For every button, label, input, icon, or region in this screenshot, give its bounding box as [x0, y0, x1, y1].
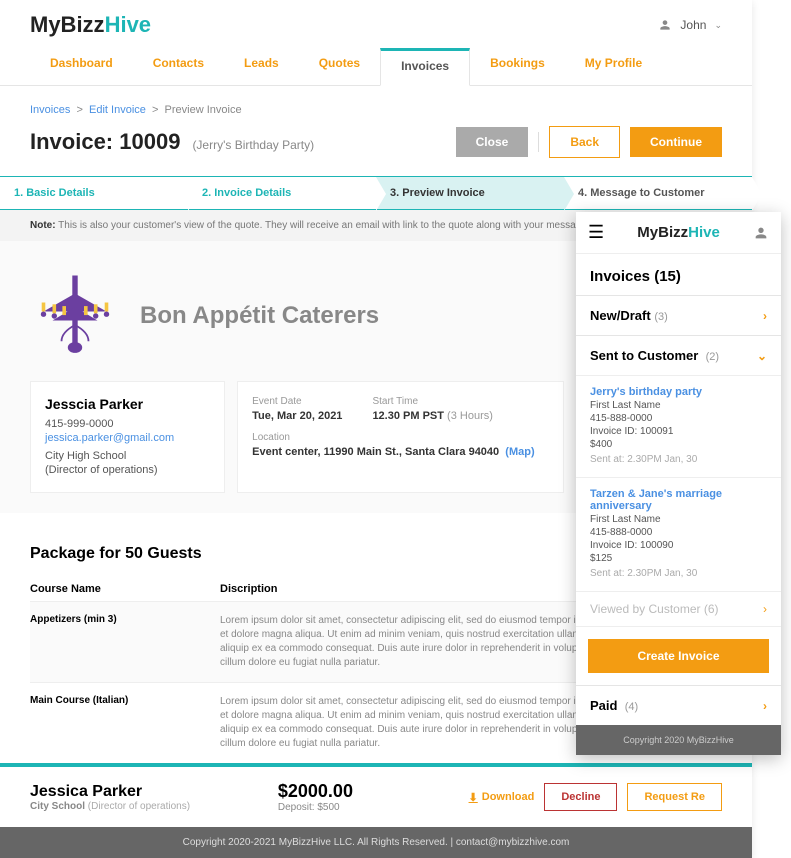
step-invoice-details[interactable]: 2. Invoice Details — [188, 177, 376, 209]
chevron-down-icon: ⌄ — [757, 349, 767, 363]
logo: MyBizzHive — [30, 12, 151, 38]
create-invoice-button[interactable]: Create Invoice — [588, 639, 769, 673]
step-preview[interactable]: 3. Preview Invoice — [376, 177, 564, 209]
step-basic-details[interactable]: 1. Basic Details — [0, 177, 188, 209]
mobile-logo: MyBizzHive — [637, 224, 720, 241]
tab-leads[interactable]: Leads — [224, 48, 299, 85]
request-revision-button[interactable]: Request Re — [627, 783, 722, 811]
chevron-right-icon: › — [763, 309, 767, 323]
event-start-time: 12.30 PM PST (3 Hours) — [372, 410, 492, 422]
breadcrumb-current: Preview Invoice — [165, 104, 242, 116]
breadcrumb: Invoices > Edit Invoice > Preview Invoic… — [30, 104, 722, 116]
download-button[interactable]: ⬇ Download — [469, 791, 535, 804]
wizard-steps: 1. Basic Details 2. Invoice Details 3. P… — [0, 176, 752, 210]
contact-card: Jesscia Parker 415-999-0000 jessica.park… — [30, 381, 225, 493]
tab-invoices[interactable]: Invoices — [380, 48, 470, 86]
event-card: Event Date Tue, Mar 20, 2021 Start Time … — [237, 381, 564, 493]
user-icon[interactable] — [753, 225, 769, 241]
contact-role: (Director of operations) — [45, 464, 210, 476]
total-amount: $2000.00 — [278, 781, 469, 802]
chevron-down-icon: ⌄ — [714, 20, 722, 31]
invoice-title: Invoice: 10009 — [30, 129, 180, 155]
mobile-footer: Copyright 2020 MyBizzHive — [576, 725, 781, 755]
close-button[interactable]: Close — [456, 127, 529, 157]
chevron-right-icon: › — [763, 699, 767, 713]
breadcrumb-invoices[interactable]: Invoices — [30, 104, 70, 116]
download-icon: ⬇ — [469, 791, 478, 804]
separator — [538, 132, 539, 152]
hamburger-icon[interactable]: ☰ — [588, 222, 604, 243]
invoice-list-item[interactable]: Jerry's birthday party First Last Name 4… — [576, 375, 781, 477]
invoice-subtitle: (Jerry's Birthday Party) — [192, 138, 314, 152]
mobile-page-title: Invoices (15) — [576, 254, 781, 295]
section-new-draft[interactable]: New/Draft (3) › — [576, 295, 781, 335]
tab-profile[interactable]: My Profile — [565, 48, 662, 85]
map-link[interactable]: (Map) — [505, 446, 534, 458]
company-logo-icon — [30, 271, 120, 361]
back-button[interactable]: Back — [549, 126, 620, 158]
event-location: Event center, 11990 Main St., Santa Clar… — [252, 446, 549, 458]
tab-quotes[interactable]: Quotes — [299, 48, 380, 85]
section-sent-to-customer[interactable]: Sent to Customer (2) ⌄ — [576, 335, 781, 375]
main-nav: Dashboard Contacts Leads Quotes Invoices… — [0, 38, 752, 86]
contact-org: City High School — [45, 450, 210, 462]
user-name: John — [680, 18, 706, 32]
summary-name: Jessica Parker — [30, 783, 278, 801]
decline-button[interactable]: Decline — [544, 783, 617, 811]
tab-bookings[interactable]: Bookings — [470, 48, 565, 85]
continue-button[interactable]: Continue — [630, 127, 722, 157]
event-date: Tue, Mar 20, 2021 — [252, 410, 342, 422]
tab-contacts[interactable]: Contacts — [133, 48, 224, 85]
user-menu[interactable]: John ⌄ — [658, 18, 722, 32]
chevron-right-icon: › — [763, 602, 767, 616]
deposit-amount: Deposit: $500 — [278, 802, 469, 813]
section-paid[interactable]: Paid (4) › — [576, 685, 781, 725]
footer: Copyright 2020-2021 MyBizzHive LLC. All … — [0, 827, 752, 858]
step-message[interactable]: 4. Message to Customer — [564, 177, 752, 209]
mobile-view: ☰ MyBizzHive Invoices (15) New/Draft (3)… — [576, 212, 781, 755]
company-name: Bon Appétit Caterers — [140, 302, 379, 330]
invoice-list-item[interactable]: Tarzen & Jane's marriage anniversary Fir… — [576, 477, 781, 591]
user-icon — [658, 18, 672, 32]
tab-dashboard[interactable]: Dashboard — [30, 48, 133, 85]
section-viewed-by-customer[interactable]: Viewed by Customer (6) › — [576, 591, 781, 626]
breadcrumb-edit[interactable]: Edit Invoice — [89, 104, 146, 116]
summary-bar: Jessica Parker City School (Director of … — [0, 763, 752, 827]
contact-email[interactable]: jessica.parker@gmail.com — [45, 432, 210, 444]
contact-phone: 415-999-0000 — [45, 418, 210, 430]
contact-name: Jesscia Parker — [45, 396, 210, 412]
